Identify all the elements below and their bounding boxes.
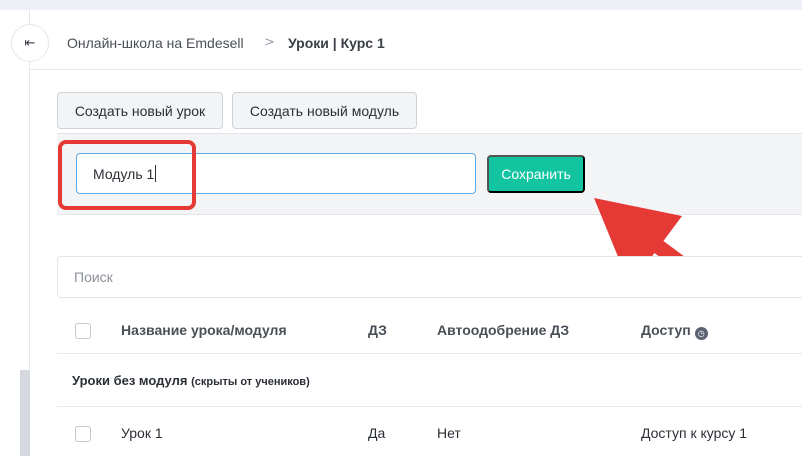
column-access-header: Доступ ◷ <box>641 322 708 340</box>
column-hw-header: ДЗ <box>368 322 387 338</box>
create-module-button[interactable]: Создать новый модуль <box>232 92 417 129</box>
group-title: Уроки без модуля (скрыты от учеников) <box>72 373 310 388</box>
left-sidebar <box>0 10 30 456</box>
collapse-sidebar-icon: ⇤ <box>24 35 36 51</box>
search-placeholder: Поиск <box>74 269 113 285</box>
column-auto-approve-header: Автоодобрение ДЗ <box>437 322 570 338</box>
chevron-right-icon: > <box>264 35 275 50</box>
annotation-highlight-box <box>58 140 196 210</box>
lesson-name[interactable]: Урок 1 <box>121 425 163 441</box>
create-lesson-button[interactable]: Создать новый урок <box>57 92 223 129</box>
select-all-checkbox[interactable] <box>75 323 91 339</box>
group-note: (скрыты от учеников) <box>191 376 310 388</box>
column-name-header: Название урока/модуля <box>121 322 287 338</box>
table-row[interactable]: Урок 1 Да Нет Доступ к курсу 1 <box>57 408 802 456</box>
sidebar-scrollbar[interactable] <box>20 370 30 456</box>
top-strip <box>0 0 802 10</box>
table-header: Название урока/модуля ДЗ Автоодобрение Д… <box>57 308 802 354</box>
column-access-label: Доступ <box>641 322 691 338</box>
lesson-hw: Да <box>368 425 386 441</box>
collapse-sidebar-button[interactable]: ⇤ <box>11 24 49 62</box>
breadcrumb-current: Уроки | Курс 1 <box>288 35 385 51</box>
lesson-auto-approve: Нет <box>437 425 461 441</box>
group-row: Уроки без модуля (скрыты от учеников) <box>57 355 802 407</box>
group-title-label: Уроки без модуля <box>72 373 188 388</box>
search-input[interactable]: Поиск <box>57 256 802 298</box>
row-checkbox[interactable] <box>75 426 91 442</box>
lesson-access: Доступ к курсу 1 <box>641 425 748 441</box>
page-header: Онлайн-школа на Emdesell > Уроки | Курс … <box>30 10 802 70</box>
save-button[interactable]: Сохранить <box>487 155 585 193</box>
breadcrumb-school[interactable]: Онлайн-школа на Emdesell <box>67 34 244 52</box>
clock-icon[interactable]: ◷ <box>694 327 708 340</box>
